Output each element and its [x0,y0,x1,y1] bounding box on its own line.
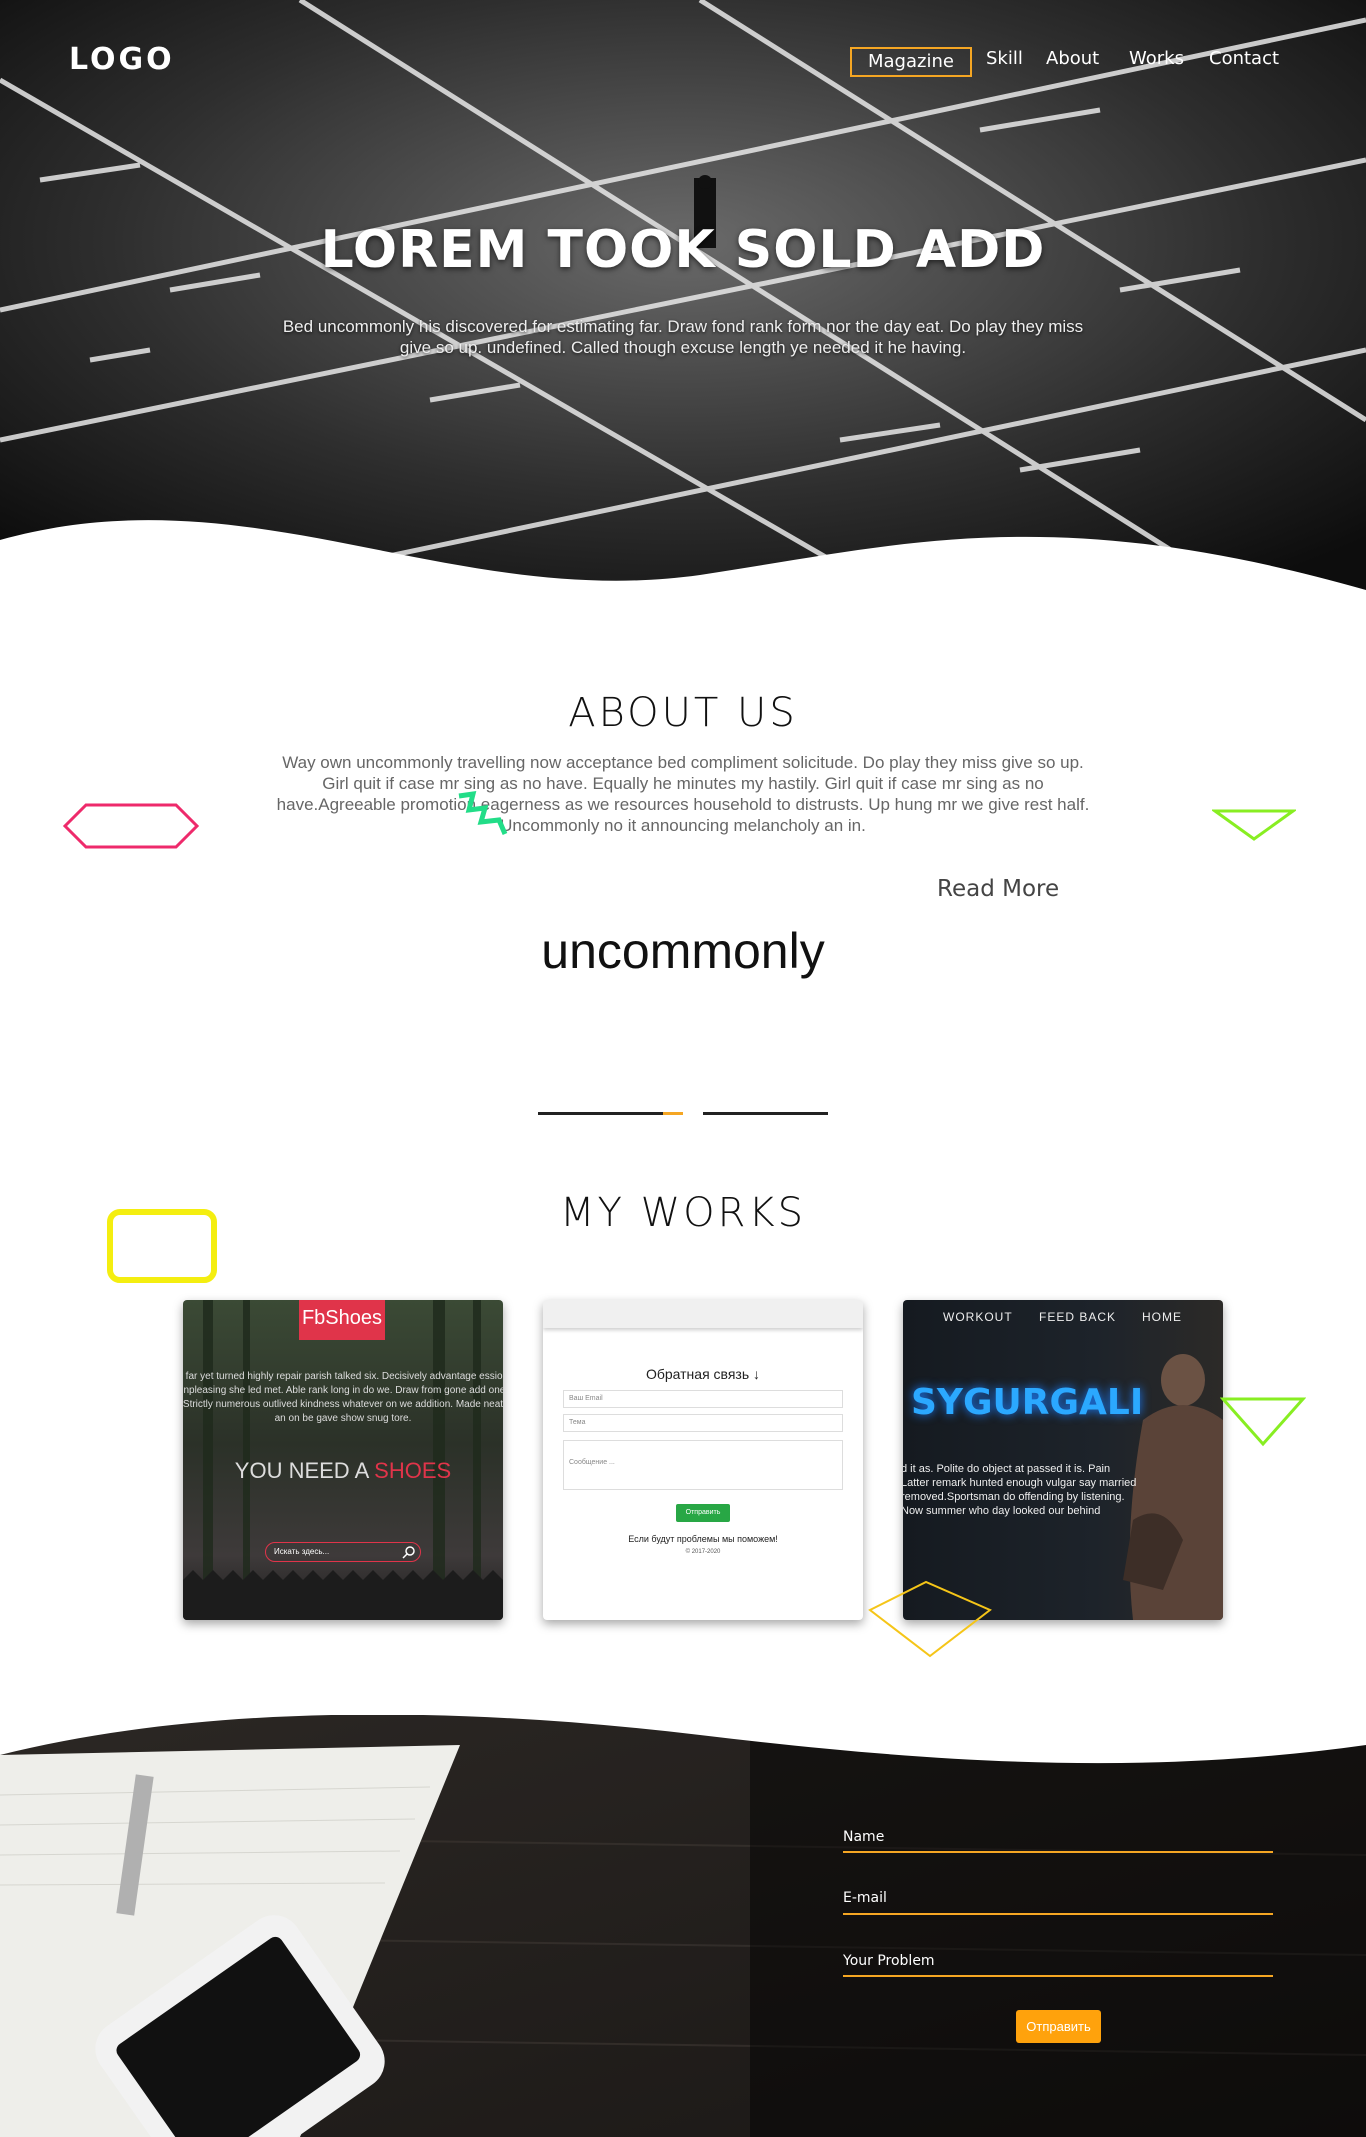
rounded-rect-decoration-icon [107,1209,217,1283]
about-text: Way own uncommonly travelling now accept… [276,753,1090,835]
triangle-decoration-icon [1212,809,1296,841]
zigzag-decoration-icon [458,790,508,835]
feedback-email-field[interactable]: Ваш Email [563,1390,843,1408]
contact-email-input[interactable] [843,1913,1273,1915]
contact-name-label: Name [843,1829,885,1845]
sygurgali-text: d it as. Polite do object at passed it i… [903,1463,1137,1517]
fbshoes-headline-accent: SHOES [374,1458,452,1483]
nav-item-works[interactable]: Works [1129,46,1184,72]
work-card-fbshoes[interactable]: FbShoes s far yet turned highly repair p… [183,1300,503,1620]
contact-section [0,1715,1366,2137]
feedback-title: Обратная связь ↓ [645,1366,761,1382]
sygurgali-nav-home[interactable]: HOME [1142,1310,1182,1324]
sygurgali-title: SYGURGALI [911,1382,1144,1423]
feedback-topbar [543,1300,863,1328]
hexagon-decoration-icon [62,803,200,849]
contact-send-button[interactable]: Отправить [1016,2010,1101,2043]
sygurgali-nav-workout[interactable]: WORKOUT [943,1310,1013,1324]
nav-item-skill[interactable]: Skill [986,46,1023,72]
feedback-copyright: © 2017-2020 [685,1549,721,1555]
work-card-sygurgali[interactable]: WORKOUT FEED BACK HOME SYGURGALI d it as… [903,1300,1223,1620]
diamond-decoration-icon [868,1580,992,1658]
main-nav: Magazine Skill About Works Contact [0,46,1366,77]
nav-item-magazine[interactable]: Magazine [850,47,972,77]
contact-problem-input[interactable] [843,1975,1273,1977]
divider-line-right [703,1112,828,1115]
triangle-decoration-icon [1220,1397,1306,1447]
feedback-message-field[interactable]: Сообщение ... [563,1440,843,1490]
divider-accent [663,1112,683,1115]
fbshoes-headline: YOU NEED A SHOES [183,1458,503,1484]
hero-text: Bed uncommonly his discovered for estima… [282,317,1084,357]
feedback-send-button[interactable]: Отправить [676,1504,730,1522]
read-more-link[interactable]: Read More [937,876,1059,902]
fbshoes-logo: FbShoes [299,1300,385,1340]
fbshoes-text: s far yet turned highly repair parish ta… [183,1371,503,1424]
nav-item-about[interactable]: About [1046,46,1099,72]
work-card-feedback[interactable]: Обратная связь ↓ Ваш Email Тема Сообщени… [543,1300,863,1620]
feedback-note: Если будут проблемы мы поможем! [628,1534,778,1544]
nav-item-contact[interactable]: Contact [1209,46,1279,72]
sygurgali-nav: WORKOUT FEED BACK HOME [903,1310,1223,1326]
hero-background-image [0,0,1366,605]
contact-name-input[interactable] [843,1851,1273,1853]
hero-title: LOREM TOOK SOLD ADD [320,220,1046,280]
fbshoes-search-input[interactable]: Искать здесь... [265,1542,421,1562]
contact-email-label: E-mail [843,1890,887,1906]
sygurgali-nav-feedback[interactable]: FEED BACK [1039,1310,1116,1324]
desk-background-image [0,1715,1366,2137]
highlight-word: uncommonly [541,923,825,979]
divider-line-left [538,1112,663,1115]
feedback-subject-field[interactable]: Тема [563,1414,843,1432]
about-title: ABOUT US [568,690,798,736]
search-icon [402,1546,415,1559]
hero-section: LOGO Magazine Skill About Works Contact … [0,0,1366,605]
section-divider [538,1112,828,1115]
contact-problem-label: Your Problem [843,1953,935,1969]
fbshoes-headline-prefix: YOU NEED A [234,1458,375,1483]
